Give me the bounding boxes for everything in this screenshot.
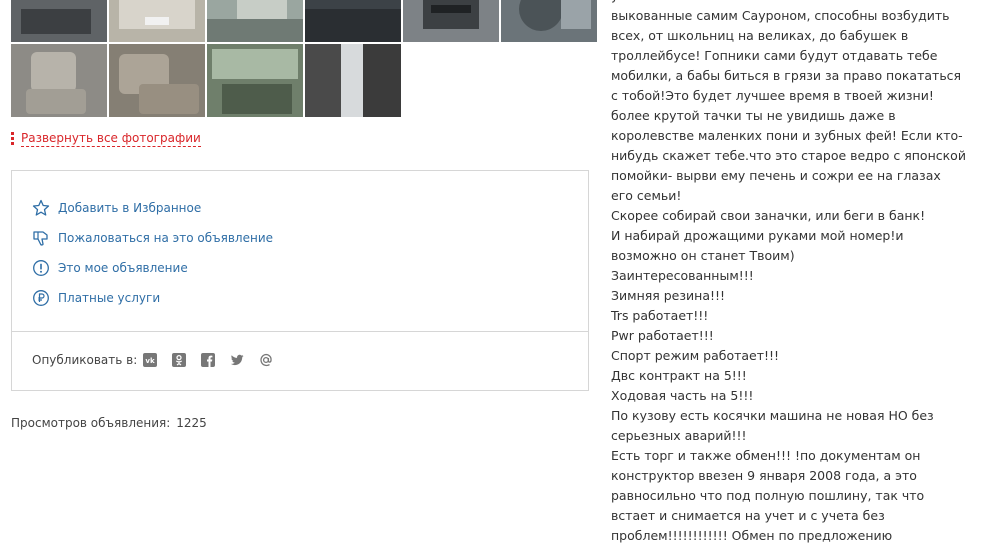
action-label: Пожаловаться на это объявление bbox=[58, 231, 273, 245]
description-line: его семьи! bbox=[611, 188, 682, 203]
description-line: Зимняя резина!!! bbox=[611, 288, 726, 303]
description-line: всех, от школьниц на великах, до бабушек… bbox=[611, 28, 909, 43]
photo-thumbnail[interactable] bbox=[11, 0, 107, 42]
facebook-icon[interactable] bbox=[201, 353, 216, 367]
action-label: Добавить в Избранное bbox=[58, 201, 202, 215]
description-line: Trs работает!!! bbox=[611, 308, 709, 323]
photo-thumbnail[interactable] bbox=[207, 0, 303, 42]
vk-icon[interactable]: vk bbox=[143, 353, 158, 367]
description-line: нибудь скажет тебе.что это старое ведро … bbox=[611, 148, 966, 163]
views-count: 1225 bbox=[176, 416, 207, 430]
photo-thumbnail[interactable] bbox=[109, 44, 205, 117]
exclamation-circle-icon bbox=[32, 259, 50, 277]
share-bar: Опубликовать в: vk bbox=[32, 353, 288, 367]
email-icon[interactable] bbox=[259, 353, 273, 367]
photo-thumbnail[interactable] bbox=[501, 0, 597, 42]
ad-description: у ...выкованные самим Сауроном, способны… bbox=[611, 0, 986, 546]
photo-thumbnail[interactable] bbox=[305, 44, 401, 117]
photo-thumbnail[interactable] bbox=[11, 44, 107, 117]
action-label: Платные услуги bbox=[58, 291, 161, 305]
action-label: Это мое объявление bbox=[58, 261, 188, 275]
photo-thumbnail[interactable] bbox=[305, 0, 401, 42]
description-line: проблем!!!!!!!!!!!! Обмен по предложению bbox=[611, 528, 893, 543]
photo-thumbnail[interactable] bbox=[403, 0, 499, 42]
description-line: Двс контракт на 5!!! bbox=[611, 368, 747, 383]
description-line: Pwr работает!!! bbox=[611, 328, 714, 343]
expand-photos-link[interactable]: Развернуть все фотографии bbox=[21, 131, 201, 147]
description-line: Есть торг и также обмен!!! !по документа… bbox=[611, 448, 921, 463]
description-line: помойки- вырви ему печень и сожри ее на … bbox=[611, 168, 941, 183]
description-line: мобилки, а бабы биться в грязи за право … bbox=[611, 68, 962, 83]
description-line: серьезных аварий!!! bbox=[611, 428, 747, 443]
description-line: с тобой!Это будет лучшее время в твоей ж… bbox=[611, 88, 934, 103]
expand-photos: Развернуть все фотографии bbox=[11, 131, 201, 147]
photo-thumbnail[interactable] bbox=[109, 0, 205, 42]
ad-actions-list: Добавить в Избранное Пожаловаться на это… bbox=[32, 193, 273, 313]
paid-services-button[interactable]: Платные услуги bbox=[32, 283, 273, 313]
star-icon bbox=[32, 199, 50, 217]
description-line: Скорее собирай свои заначки, или беги в … bbox=[611, 208, 926, 223]
expand-marker-icon bbox=[11, 132, 14, 146]
photo-gallery bbox=[11, 0, 597, 117]
description-line: Заинтересованным!!! bbox=[611, 268, 754, 283]
description-line: И набирай дрожащими руками мой номер!и bbox=[611, 228, 904, 243]
description-line: возможно он станет Твоим) bbox=[611, 248, 795, 263]
description-line: Спорт режим работает!!! bbox=[611, 348, 780, 363]
description-line: равносильно что под полную пошлину, так … bbox=[611, 488, 925, 503]
description-line: выкованные самим Сауроном, способны возб… bbox=[611, 8, 950, 23]
panel-divider bbox=[12, 331, 588, 332]
description-line: королевстве маленких пони и зубных фей! … bbox=[611, 128, 963, 143]
views-counter: Просмотров объявления: 1225 bbox=[11, 416, 207, 430]
thumbs-down-icon bbox=[32, 229, 50, 247]
description-line: троллейбусе! Гопники сами будут отдавать… bbox=[611, 48, 938, 63]
odnoklassniki-icon[interactable] bbox=[172, 353, 187, 367]
my-ad-button[interactable]: Это мое объявление bbox=[32, 253, 273, 283]
share-label: Опубликовать в: bbox=[32, 353, 138, 367]
svg-text:vk: vk bbox=[146, 357, 156, 365]
views-label: Просмотров объявления: bbox=[11, 416, 171, 430]
description-line: По кузову есть косячки машина не новая Н… bbox=[611, 408, 934, 423]
twitter-icon[interactable] bbox=[230, 353, 244, 367]
add-to-favorites-button[interactable]: Добавить в Избранное bbox=[32, 193, 273, 223]
ad-actions-panel: Добавить в Избранное Пожаловаться на это… bbox=[11, 170, 589, 391]
photo-thumbnail[interactable] bbox=[207, 44, 303, 117]
description-line: более крутой тачки ты не увидишь даже в bbox=[611, 108, 896, 123]
report-ad-button[interactable]: Пожаловаться на это объявление bbox=[32, 223, 273, 253]
description-line: конструктор ввезен 9 января 2008 года, а… bbox=[611, 468, 917, 483]
description-line: встает и снимается на учет и с учета без bbox=[611, 508, 885, 523]
ruble-circle-icon bbox=[32, 289, 50, 307]
description-line: Ходовая часть на 5!!! bbox=[611, 388, 754, 403]
